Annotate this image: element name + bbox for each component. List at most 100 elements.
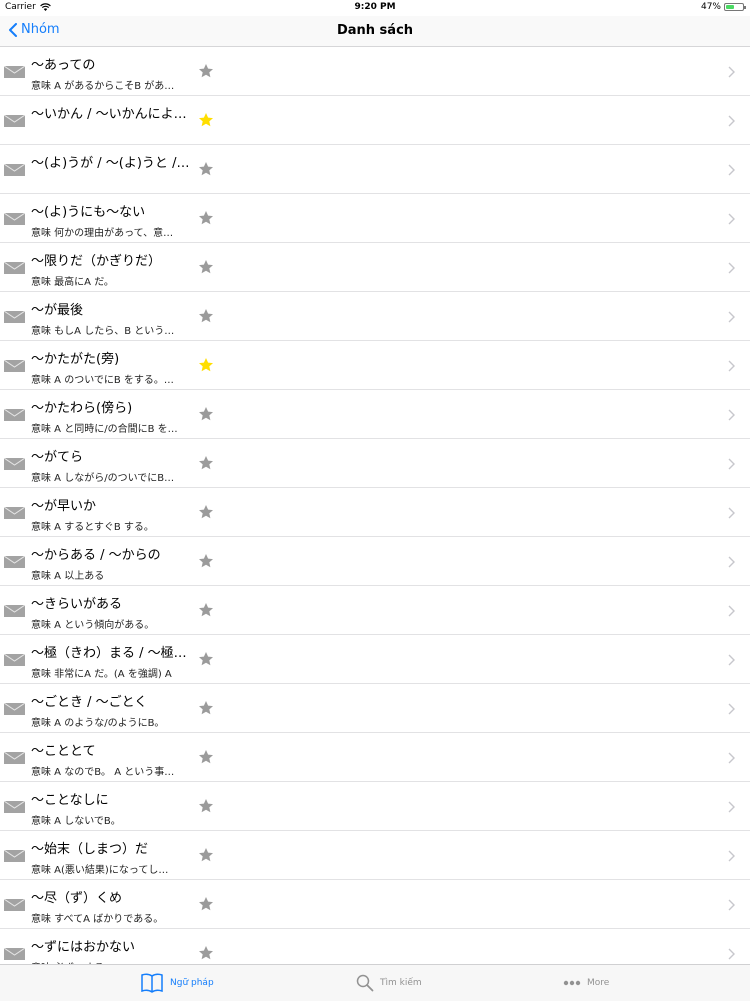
list-item-subtitle: 意味 A(悪い結果)になってし… <box>31 865 169 876</box>
chevron-right-icon <box>728 948 735 960</box>
star-icon[interactable] <box>198 161 214 177</box>
star-icon[interactable] <box>198 700 214 716</box>
star-icon[interactable] <box>198 651 214 667</box>
list-item-title: ～極（きわ）まる / ～極… <box>31 646 187 661</box>
tab-more[interactable]: More <box>563 965 609 1001</box>
list-item[interactable]: ～きらいがある 意味 A という傾向がある。 <box>0 586 750 635</box>
list-item[interactable]: ～かたがた(旁) 意味 A のついでにB をする。… <box>0 341 750 390</box>
chevron-right-icon <box>728 703 735 715</box>
grammar-list[interactable]: ～あっての 意味 A があるからこそB があ… ～いかん / ～いかんによ… ～(よ)… <box>0 47 750 964</box>
tab-search-label: Tìm kiếm <box>380 978 422 988</box>
list-item[interactable]: ～からある / ～からの意味 A 以上ある <box>0 537 750 586</box>
chevron-right-icon <box>728 605 735 617</box>
list-item-subtitle: 意味 A なのでB。 A という事… <box>31 767 175 778</box>
envelope-icon <box>4 507 25 519</box>
star-icon[interactable] <box>198 455 214 471</box>
envelope-icon <box>4 703 25 715</box>
list-item-subtitle: 意味 非常にA だ。(A を強調) A <box>31 669 172 680</box>
list-item[interactable]: ～が早いか意味 A するとすぐB する。 <box>0 488 750 537</box>
chevron-right-icon <box>728 507 735 519</box>
envelope-icon <box>4 801 25 813</box>
star-icon[interactable] <box>198 602 214 618</box>
chevron-right-icon <box>728 262 735 274</box>
envelope-icon <box>4 409 25 421</box>
list-item-subtitle: 意味 すべてA ばかりである。 <box>31 914 164 925</box>
list-item-title: ～始末（しまつ）だ <box>31 842 149 857</box>
list-item-subtitle: 意味 何かの理由があって、意… <box>31 228 174 239</box>
star-icon[interactable] <box>198 896 214 912</box>
book-icon <box>141 973 163 993</box>
envelope-icon <box>4 899 25 911</box>
list-item-title: ～かたわら(傍ら) <box>31 401 133 416</box>
star-icon[interactable] <box>198 749 214 765</box>
list-item[interactable]: ～限りだ（かぎりだ） 意味 最高にA だ。 <box>0 243 750 292</box>
page-title: Danh sách <box>336 23 414 38</box>
star-icon[interactable] <box>198 553 214 569</box>
star-icon[interactable] <box>198 308 214 324</box>
list-item-subtitle: 意味 A のついでにB をする。… <box>31 375 174 386</box>
list-item-title: ～尽（ず）くめ <box>31 891 123 906</box>
star-icon[interactable] <box>198 259 214 275</box>
list-item-subtitle: 意味 A しないでB。 <box>31 816 121 827</box>
navigation-bar: Nhóm Danh sách <box>0 16 750 47</box>
list-item[interactable]: ～いかん / ～いかんによ… <box>0 96 750 145</box>
star-icon[interactable] <box>198 847 214 863</box>
list-item-title: ～ごとき / ～ごとく <box>31 695 148 710</box>
list-item[interactable]: ～(よ)うにも～ない 意味 何かの理由があって、意… <box>0 194 750 243</box>
envelope-icon <box>4 262 25 274</box>
chevron-right-icon <box>728 899 735 911</box>
chevron-right-icon <box>728 801 735 813</box>
list-item[interactable]: ～がてら 意味 A しながら/のついでにB… <box>0 439 750 488</box>
list-item-subtitle: 意味 A と同時に/の合間にB を… <box>31 424 178 435</box>
status-time: 9:20 PM <box>354 2 396 12</box>
envelope-icon <box>4 311 25 323</box>
list-item[interactable]: ～が最後 意味 もしA したら、B という… <box>0 292 750 341</box>
chevron-right-icon <box>728 360 735 372</box>
list-item-title: ～がてら <box>31 450 84 465</box>
list-item-title: ～こととて <box>31 744 96 759</box>
star-icon[interactable] <box>198 945 214 961</box>
tab-search[interactable]: Tìm kiếm <box>356 965 422 1001</box>
list-item-title: ～ずにはおかない <box>31 940 136 955</box>
list-item-title: ～ことなしに <box>31 793 109 808</box>
chevron-right-icon <box>728 458 735 470</box>
more-icon <box>563 980 581 986</box>
status-bar: Carrier 9:20 PM 47% <box>0 0 750 16</box>
chevron-right-icon <box>728 409 735 421</box>
envelope-icon <box>4 605 25 617</box>
battery-icon <box>724 3 746 11</box>
list-item-title: ～が早いか <box>31 499 97 514</box>
star-icon[interactable] <box>198 798 214 814</box>
list-item-subtitle: 意味 A するとすぐB する。 <box>31 522 154 533</box>
star-icon[interactable] <box>198 357 214 373</box>
list-item[interactable]: ～ごとき / ～ごとく意味 A のような/のようにB。 <box>0 684 750 733</box>
list-item[interactable]: ～尽（ず）くめ意味 すべてA ばかりである。 <box>0 880 750 929</box>
list-item[interactable]: ～(よ)うが / ～(よ)うと /… <box>0 145 750 194</box>
battery-group: 47% <box>701 2 746 12</box>
list-item[interactable]: ～ことなしに意味 A しないでB。 <box>0 782 750 831</box>
tab-more-label: More <box>587 978 610 988</box>
list-item[interactable]: ～かたわら(傍ら) 意味 A と同時に/の合間にB を… <box>0 390 750 439</box>
star-icon[interactable] <box>198 504 214 520</box>
list-item[interactable]: ～極（きわ）まる / ～極… 意味 非常にA だ。(A を強調) A <box>0 635 750 684</box>
list-item[interactable]: ～あっての 意味 A があるからこそB があ… <box>0 47 750 96</box>
tab-grammar-label: Ngữ pháp <box>170 978 214 988</box>
list-item[interactable]: ～ずにはおかない意味 必ずA する <box>0 929 750 964</box>
star-icon[interactable] <box>198 406 214 422</box>
list-item-subtitle: 意味 A のような/のようにB。 <box>31 718 165 729</box>
star-icon[interactable] <box>198 210 214 226</box>
envelope-icon <box>4 752 25 764</box>
envelope-icon <box>4 66 25 78</box>
star-icon[interactable] <box>198 63 214 79</box>
list-item[interactable]: ～こととて意味 A なのでB。 A という事… <box>0 733 750 782</box>
star-icon[interactable] <box>198 112 214 128</box>
tab-grammar[interactable]: Ngữ pháp <box>140 965 214 1001</box>
envelope-icon <box>4 213 25 225</box>
chevron-right-icon <box>728 752 735 764</box>
list-item-subtitle: 意味 A 以上ある <box>31 571 105 582</box>
list-item-title: ～きらいがある <box>31 597 123 612</box>
search-icon <box>356 974 374 992</box>
list-item-title: ～(よ)うが / ～(よ)うと /… <box>31 156 190 171</box>
list-item[interactable]: ～始末（しまつ）だ意味 A(悪い結果)になってし… <box>0 831 750 880</box>
list-item-title: ～からある / ～からの <box>31 548 161 563</box>
